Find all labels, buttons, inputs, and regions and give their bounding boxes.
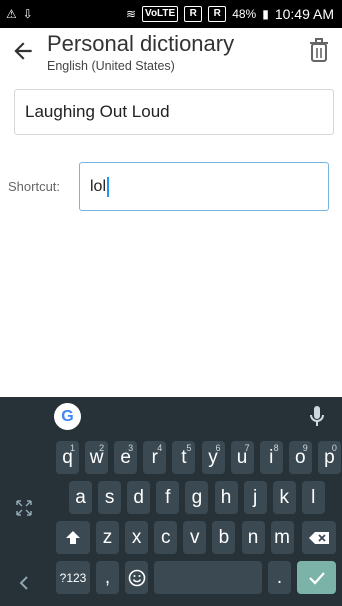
network-r-icon-1: R [184, 6, 203, 22]
key-a-label: a [75, 486, 86, 508]
google-g-icon[interactable]: G [54, 403, 81, 430]
shortcut-input[interactable]: lol [79, 162, 329, 211]
key-x-label: x [131, 526, 142, 548]
key-hint: 2 [99, 443, 105, 453]
status-time: 10:49 AM [274, 6, 334, 22]
key-a[interactable]: a [69, 481, 92, 514]
key-d-label: d [133, 486, 144, 508]
page-title: Personal dictionary [47, 31, 235, 56]
key-hint: 3 [128, 443, 134, 453]
key-hint: 0 [331, 443, 337, 453]
period-key[interactable]: . [268, 561, 291, 594]
key-n[interactable]: n [241, 521, 265, 554]
key-y[interactable]: y6 [201, 441, 225, 474]
status-left: ⚠ ⇩ [6, 0, 33, 28]
key-c-label: c [160, 526, 171, 548]
key-s-label: s [104, 486, 115, 508]
soft-keyboard: G q 1 w 2 e 3 r 4 t 5 y 6 u 7 i 8 o 9 p 0 a s d f g h j k l z x c v b n m ?1… [0, 397, 342, 606]
key-q[interactable]: q1 [56, 441, 79, 474]
key-o[interactable]: o9 [288, 441, 312, 474]
key-l[interactable]: l [301, 481, 325, 514]
key-z[interactable]: z [96, 521, 119, 554]
comma-key-label: , [104, 566, 111, 588]
key-r[interactable]: r4 [143, 441, 167, 474]
key-m-label: m [274, 526, 290, 548]
enter-key[interactable] [297, 561, 336, 594]
key-b[interactable]: b [212, 521, 236, 554]
key-hint: 6 [215, 443, 221, 453]
key-i[interactable]: i8 [259, 441, 283, 474]
key-b-label: b [218, 526, 230, 548]
chevron-left-icon[interactable] [18, 575, 30, 591]
key-j-label: j [252, 486, 258, 508]
key-h-label: h [220, 486, 232, 508]
key-g-label: g [191, 486, 203, 508]
battery-percent: 48% [232, 7, 257, 21]
key-u[interactable]: u7 [230, 441, 254, 474]
status-right: ≋ VoLTE R R 48% ▮ 10:49 AM [126, 0, 334, 28]
word-input[interactable]: Laughing Out Loud [14, 89, 334, 135]
key-k[interactable]: k [272, 481, 296, 514]
wifi-icon: ≋ [125, 7, 137, 21]
key-x[interactable]: x [125, 521, 149, 554]
key-f[interactable]: f [156, 481, 180, 514]
keyboard-side-panel [0, 437, 48, 606]
shift-key[interactable] [56, 521, 90, 554]
backspace-icon [309, 531, 329, 544]
key-hint: 4 [157, 443, 163, 453]
expand-icon[interactable] [15, 499, 33, 517]
battery-icon: ▮ [262, 7, 269, 21]
key-v-label: v [190, 526, 200, 548]
trash-icon[interactable] [308, 37, 330, 63]
app-bar: Personal dictionary English (United Stat… [0, 28, 342, 80]
space-key[interactable] [154, 561, 262, 594]
key-v[interactable]: v [183, 521, 207, 554]
key-g[interactable]: g [185, 481, 209, 514]
key-h[interactable]: h [214, 481, 238, 514]
key-m[interactable]: m [270, 521, 294, 554]
check-icon [308, 571, 325, 585]
key-e[interactable]: e3 [114, 441, 138, 474]
emoji-key[interactable] [125, 561, 148, 594]
keyboard-top-bar: G [0, 397, 342, 437]
key-hint: 8 [273, 443, 279, 453]
key-p[interactable]: p0 [317, 441, 341, 474]
key-t[interactable]: t5 [172, 441, 196, 474]
shift-icon [66, 530, 80, 544]
backspace-key[interactable] [302, 521, 336, 554]
symbols-key[interactable]: ?123 [56, 561, 90, 594]
status-bar: ⚠ ⇩ ≋ VoLTE R R 48% ▮ 10:49 AM [0, 0, 342, 28]
period-key-label: . [276, 566, 283, 588]
key-s[interactable]: s [98, 481, 122, 514]
key-d[interactable]: d [127, 481, 151, 514]
back-arrow-icon[interactable] [10, 38, 36, 64]
volte-icon: VoLTE [142, 6, 179, 22]
warning-icon: ⚠ [6, 7, 17, 21]
key-z-label: z [102, 526, 113, 548]
network-r-icon-2: R [208, 6, 227, 22]
usb-icon: ⇩ [22, 7, 33, 21]
key-c[interactable]: c [154, 521, 178, 554]
text-cursor [107, 176, 110, 197]
shortcut-input-value: lol [90, 177, 107, 195]
key-hint: 5 [186, 443, 192, 453]
key-w[interactable]: w2 [85, 441, 109, 474]
key-n-label: n [247, 526, 259, 548]
keyboard-keys: q 1 w 2 e 3 r 4 t 5 y 6 u 7 i 8 o 9 p 0 a s d f g h j k l z x c v b n m ?123… [48, 437, 342, 606]
comma-key[interactable]: , [96, 561, 119, 594]
shortcut-label: Shortcut: [8, 179, 61, 194]
smile-icon [128, 569, 145, 586]
key-hint: 1 [69, 443, 75, 453]
word-input-value: Laughing Out Loud [25, 102, 170, 121]
key-l-label: l [311, 486, 316, 508]
symbols-key-label: ?123 [59, 570, 87, 585]
key-i-label: i [269, 446, 274, 468]
key-hint: 9 [302, 443, 308, 453]
key-j[interactable]: j [243, 481, 267, 514]
page-subtitle: English (United States) [47, 59, 175, 73]
key-f-label: f [165, 486, 171, 508]
key-k-label: k [279, 486, 289, 508]
key-hint: 7 [244, 443, 250, 453]
mic-icon[interactable] [308, 405, 326, 429]
